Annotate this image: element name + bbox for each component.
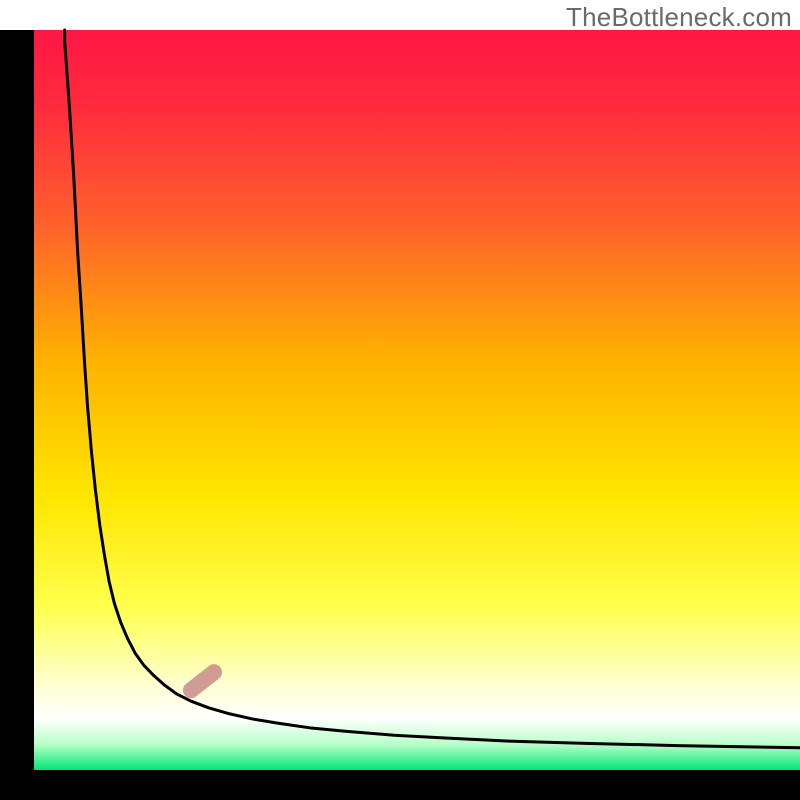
plot-background [34,30,800,770]
bottleneck-chart [0,0,800,800]
watermark-text: TheBottleneck.com [566,2,792,33]
axis-bottom-frame [0,770,800,800]
axis-left-frame [0,30,34,800]
chart-root: TheBottleneck.com [0,0,800,800]
